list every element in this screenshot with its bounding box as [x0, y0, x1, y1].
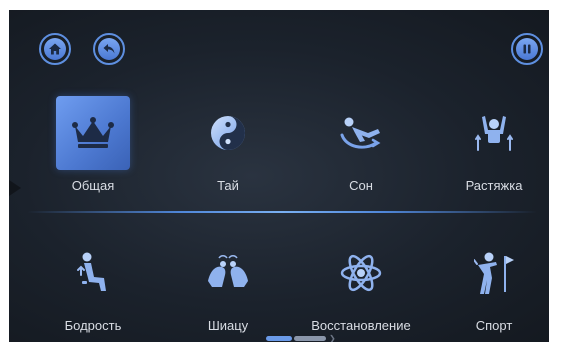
- shiatsu-hands-icon: [208, 255, 248, 287]
- page-indicator-current: [266, 336, 292, 341]
- mode-recovery[interactable]: Восстановление: [301, 236, 421, 342]
- stretch-icon: [475, 116, 513, 151]
- mode-vigor[interactable]: Бодрость: [33, 236, 153, 342]
- mode-sport[interactable]: Спорт: [434, 236, 549, 342]
- page-indicator-next[interactable]: [294, 336, 326, 341]
- back-button[interactable]: [93, 33, 125, 65]
- mode-sleep[interactable]: Сон: [301, 96, 421, 206]
- mode-tile[interactable]: [191, 96, 265, 170]
- mode-label: Спорт: [475, 318, 513, 333]
- pause-icon: [523, 44, 531, 54]
- mode-thai[interactable]: Тай: [168, 96, 288, 206]
- mode-label: Восстановление: [311, 318, 411, 333]
- mode-label: Растяжка: [465, 178, 523, 193]
- back-arrow-icon: [103, 44, 115, 54]
- seated-person-icon: [77, 252, 106, 291]
- crown-icon: [72, 117, 114, 148]
- atom-icon: [340, 254, 382, 292]
- sleep-recline-icon: [340, 117, 381, 149]
- home-button[interactable]: [39, 33, 71, 65]
- mode-tile[interactable]: [457, 96, 531, 170]
- row-divider: [27, 211, 537, 213]
- pause-button[interactable]: [511, 33, 543, 65]
- chevron-right-icon: ❯: [329, 334, 336, 343]
- mode-tile[interactable]: [191, 236, 265, 310]
- mode-label: Тай: [217, 178, 239, 193]
- mode-general[interactable]: Общая: [33, 96, 153, 206]
- mode-tile[interactable]: [56, 236, 130, 310]
- mode-stretch[interactable]: Растяжка: [434, 96, 549, 206]
- mode-label: Сон: [349, 178, 373, 193]
- massage-mode-screen: Общая Тай Сон Растяжка Бодрость Шиацу Во…: [9, 10, 549, 342]
- mode-tile[interactable]: [324, 236, 398, 310]
- golf-icon: [474, 252, 514, 294]
- mode-label: Общая: [71, 178, 115, 193]
- page-indicator: ❯: [266, 335, 336, 342]
- home-icon: [49, 43, 61, 55]
- selection-pointer: [9, 180, 21, 196]
- mode-shiatsu[interactable]: Шиацу: [168, 236, 288, 342]
- yin-yang-icon: [211, 116, 245, 150]
- mode-tile[interactable]: [324, 96, 398, 170]
- mode-tile[interactable]: [457, 236, 531, 310]
- mode-label: Бодрость: [64, 318, 122, 333]
- mode-tile-active[interactable]: [56, 96, 130, 170]
- mode-label: Шиацу: [207, 318, 249, 333]
